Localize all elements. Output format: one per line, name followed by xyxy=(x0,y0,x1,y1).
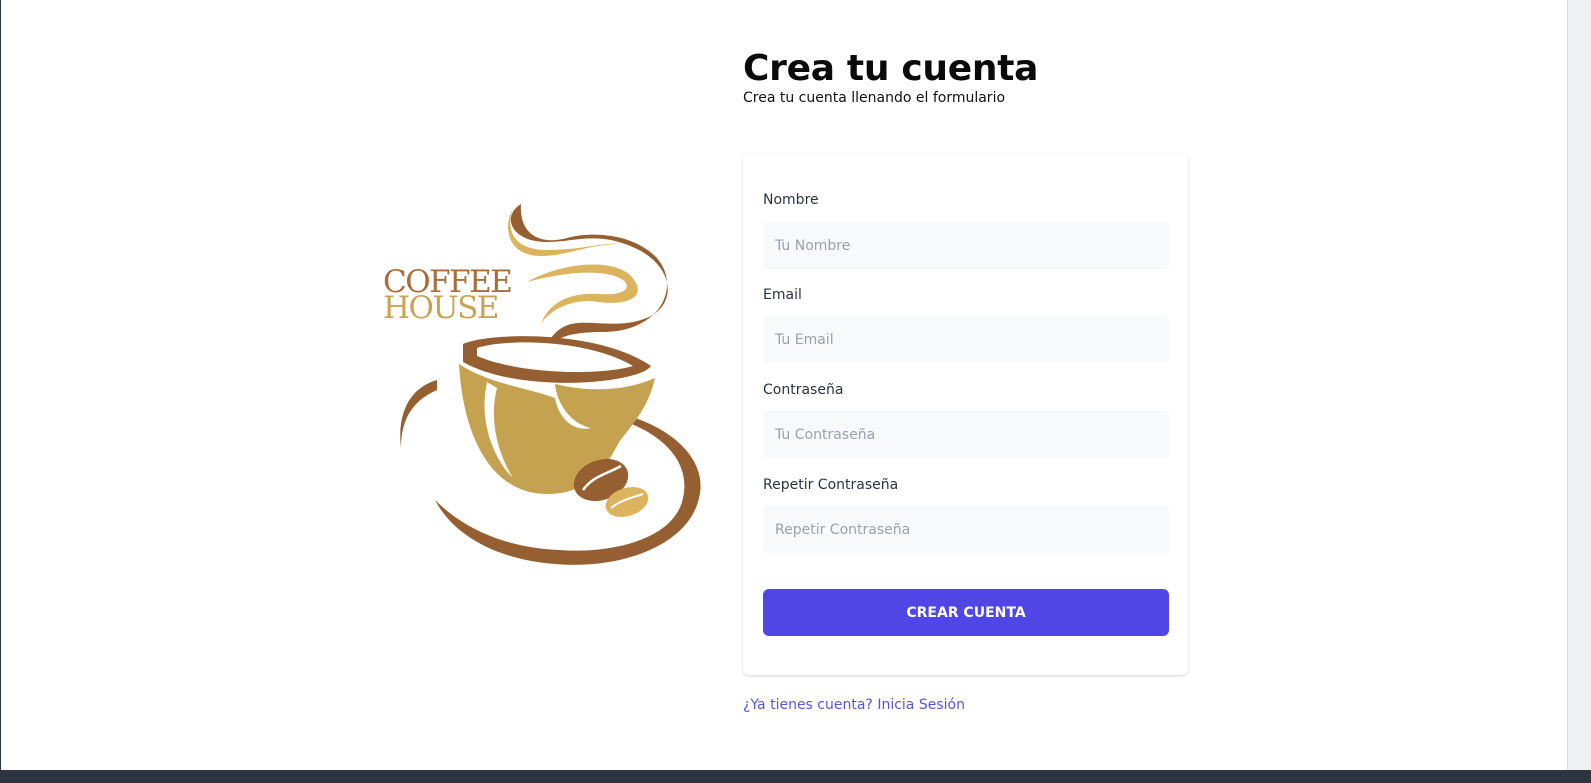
email-input[interactable] xyxy=(763,316,1169,363)
bottom-border xyxy=(0,770,1591,783)
signup-form: Nombre Email Contraseña Repetir Contrase… xyxy=(743,153,1188,675)
repeat-password-label: Repetir Contraseña xyxy=(763,477,899,493)
coffee-house-logo: COFFEE HOUSE xyxy=(383,204,701,565)
name-label: Nombre xyxy=(763,192,819,208)
page-subtitle: Crea tu cuenta llenando el formulario xyxy=(743,90,1006,106)
password-input[interactable] xyxy=(763,411,1169,458)
email-label: Email xyxy=(763,287,802,303)
repeat-password-input[interactable] xyxy=(763,506,1169,553)
logo-steam xyxy=(508,204,668,354)
logo-text: COFFEE HOUSE xyxy=(383,264,513,326)
login-link[interactable]: ¿Ya tienes cuenta? Inicia Sesión xyxy=(743,697,965,713)
name-input[interactable] xyxy=(763,222,1169,269)
password-label: Contraseña xyxy=(763,382,844,398)
create-account-button[interactable]: CREAR CUENTA xyxy=(763,589,1169,636)
scrollbar[interactable] xyxy=(1567,0,1591,783)
page-viewport: COFFEE HOUSE Crea tu cuenta Crea tu cuen… xyxy=(1,0,1567,770)
svg-text:HOUSE: HOUSE xyxy=(383,290,498,326)
page-title: Crea tu cuenta xyxy=(743,48,1039,89)
